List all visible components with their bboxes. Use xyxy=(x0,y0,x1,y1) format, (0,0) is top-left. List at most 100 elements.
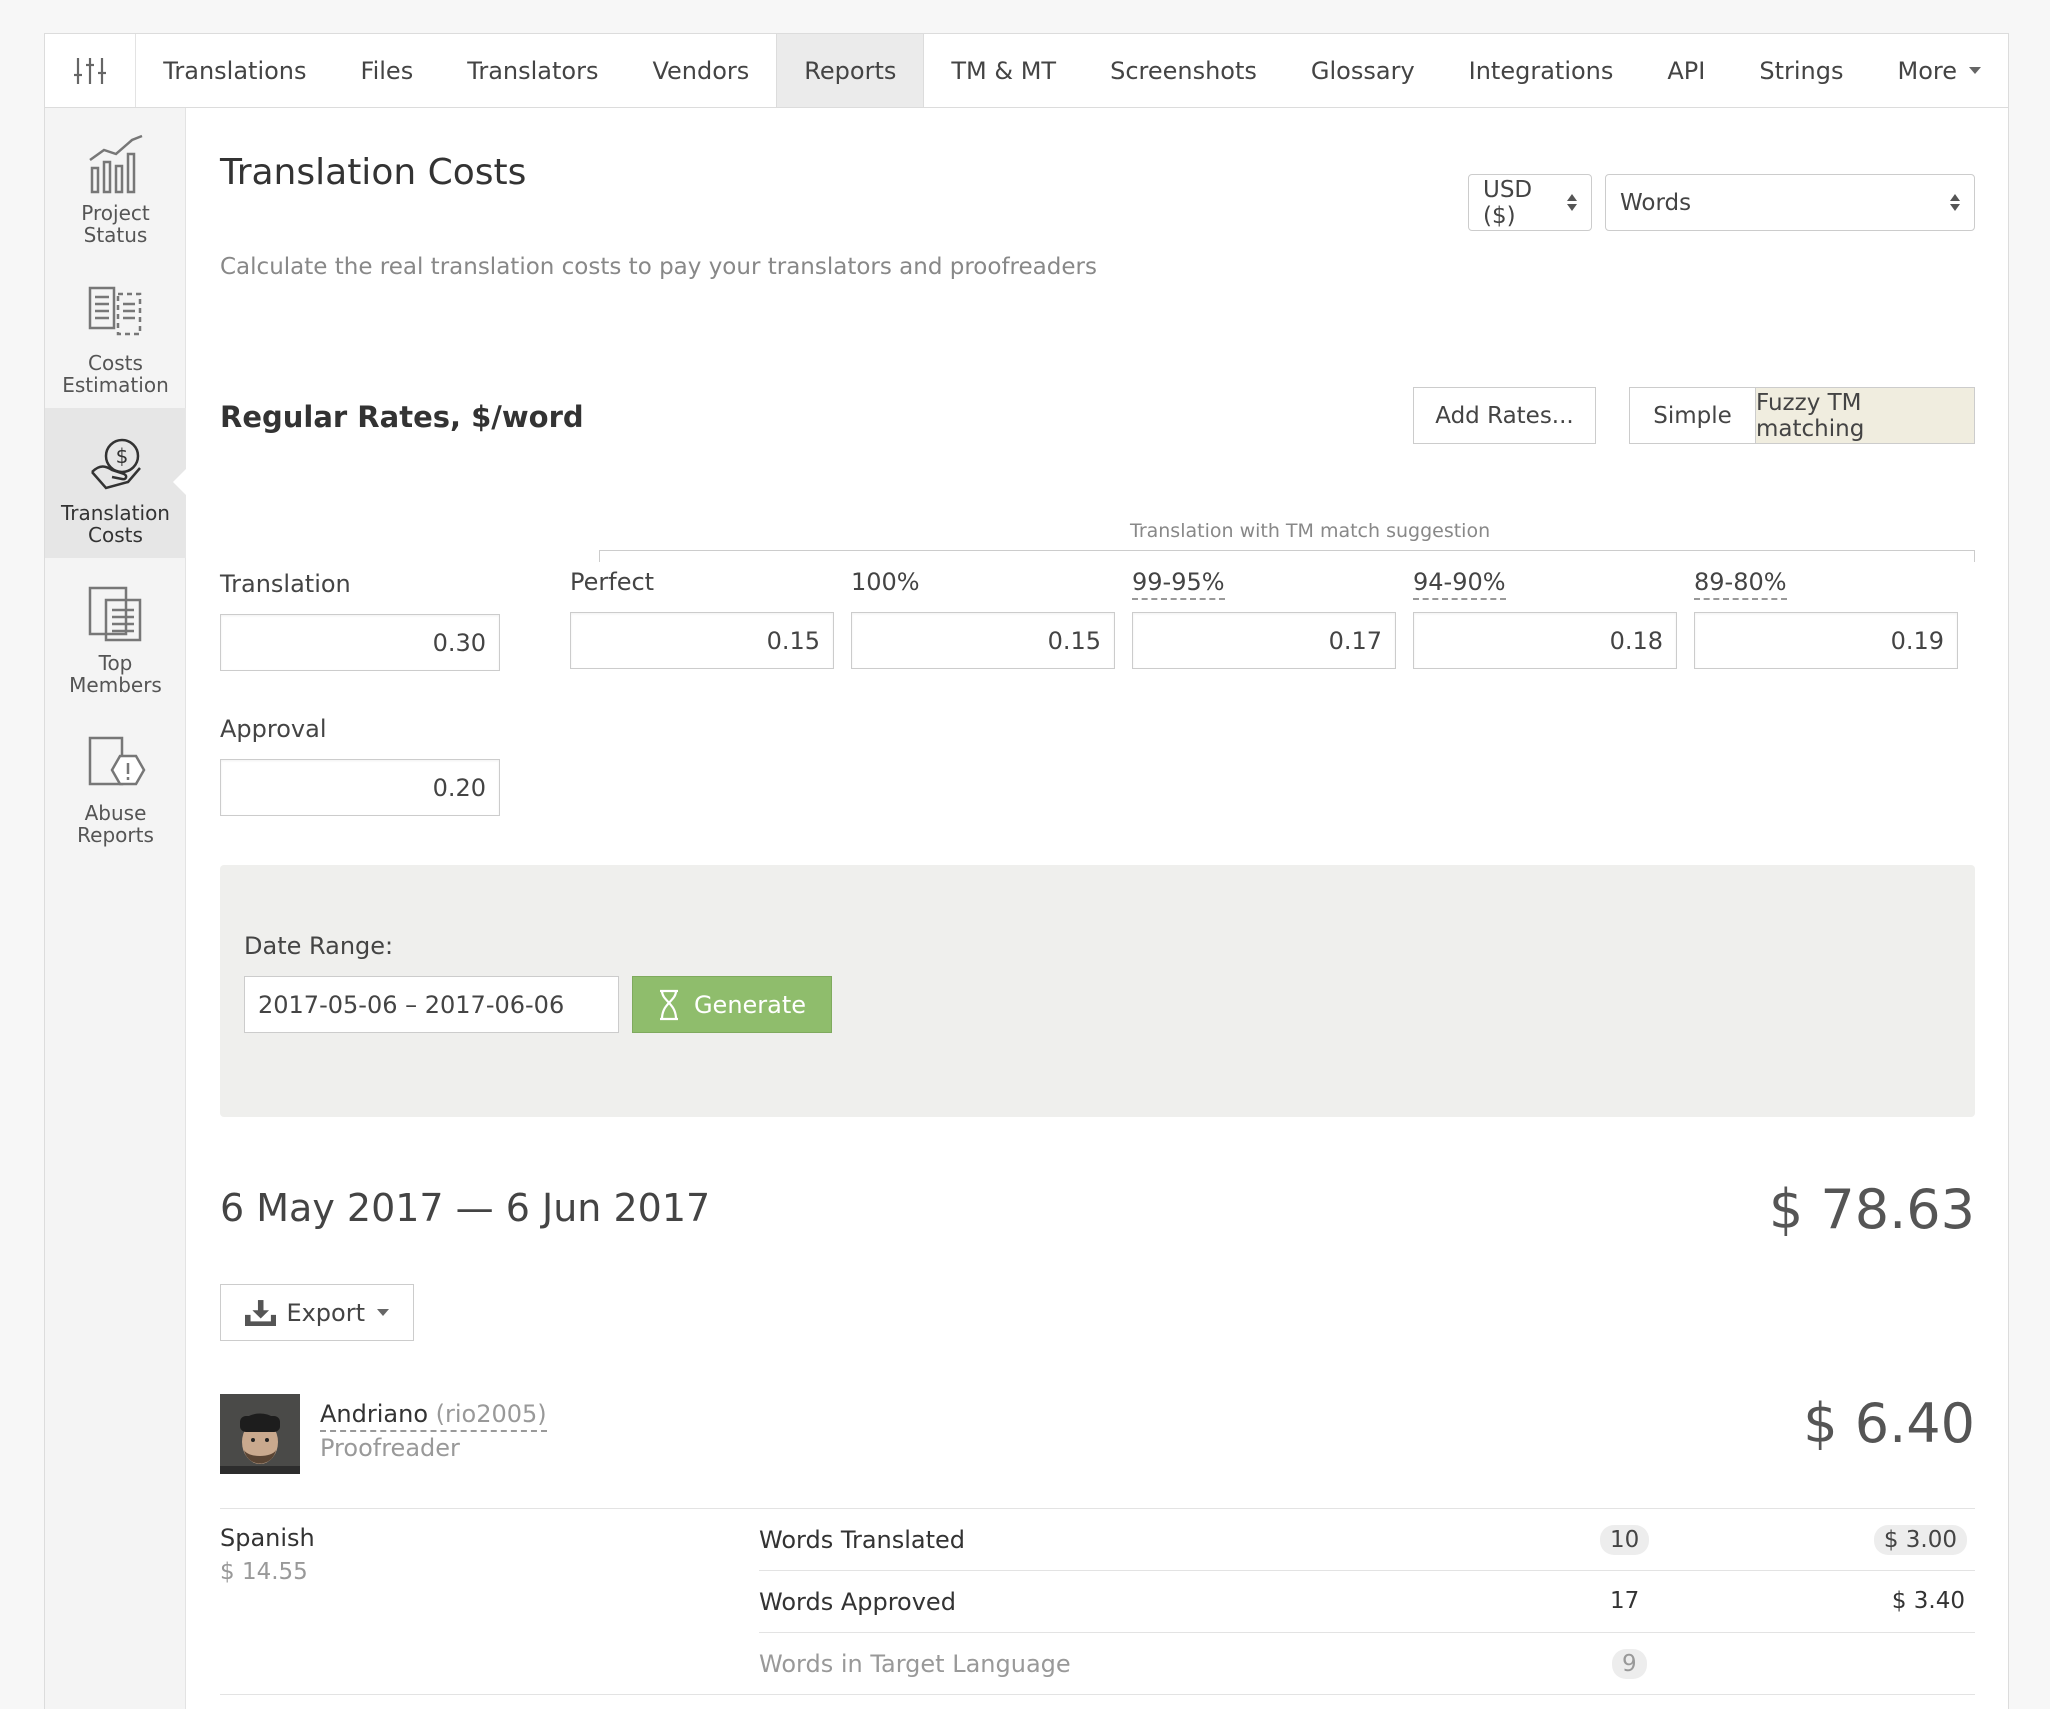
tm-99-95-label[interactable]: 99-95% xyxy=(1132,568,1225,600)
tab-vendors[interactable]: Vendors xyxy=(625,34,776,107)
language-total: $ 14.55 xyxy=(220,1559,308,1585)
download-icon xyxy=(245,1299,277,1326)
add-rates-button[interactable]: Add Rates... xyxy=(1413,387,1596,444)
avatar xyxy=(220,1394,300,1474)
tab-screenshots[interactable]: Screenshots xyxy=(1083,34,1284,107)
row-words-translated-count: 10 xyxy=(1600,1525,1650,1555)
tab-label: More xyxy=(1897,56,1958,85)
tab-translators[interactable]: Translators xyxy=(440,34,625,107)
sliders-icon xyxy=(74,57,107,84)
tab-label: API xyxy=(1667,56,1706,85)
tm-perfect-label: Perfect xyxy=(570,568,655,596)
tab-label: Files xyxy=(360,56,414,85)
date-range-label: Date Range: xyxy=(244,932,394,960)
tab-integrations[interactable]: Integrations xyxy=(1442,34,1641,107)
tm-100-input[interactable]: 0.15 xyxy=(851,612,1115,669)
mode-fuzzy-button[interactable]: Fuzzy TM matching xyxy=(1755,387,1975,444)
row-words-target-count: 9 xyxy=(1612,1649,1647,1679)
row-words-target-label: Words in Target Language xyxy=(759,1650,1071,1678)
report-range-title: 6 May 2017 — 6 Jun 2017 xyxy=(220,1186,711,1230)
tab-translations[interactable]: Translations xyxy=(136,34,333,107)
currency-value: USD ($) xyxy=(1483,176,1533,229)
tab-label: Screenshots xyxy=(1110,56,1257,85)
row-words-approved-label: Words Approved xyxy=(759,1588,956,1616)
divider xyxy=(759,1632,1975,1633)
user-handle: (rio2005) xyxy=(435,1400,547,1428)
sidebar-item-label: Top Members xyxy=(69,651,162,697)
tm-99-95-input[interactable]: 0.17 xyxy=(1132,612,1396,669)
warning-document-icon xyxy=(88,736,145,786)
money-hand-icon: $ xyxy=(90,438,141,490)
row-words-approved-count: 17 xyxy=(1610,1588,1640,1614)
hourglass-icon xyxy=(659,989,678,1020)
bar-chart-icon xyxy=(88,134,142,194)
sidebar-item-costs-estimation[interactable]: Costs Estimation xyxy=(45,258,186,408)
document-list-icon xyxy=(88,586,141,642)
tm-caption: Translation with TM match suggestion xyxy=(1130,520,1491,542)
settings-button[interactable] xyxy=(45,34,137,107)
caret-down-icon xyxy=(377,1309,389,1316)
tm-bracket xyxy=(599,550,1975,562)
approval-label: Approval xyxy=(220,715,327,743)
divider xyxy=(220,1508,1975,1509)
app-frame: Translations Files Translators Vendors R… xyxy=(44,33,2009,1709)
tab-files[interactable]: Files xyxy=(334,34,441,107)
document-compare-icon xyxy=(88,286,141,336)
tab-glossary[interactable]: Glossary xyxy=(1284,34,1442,107)
unit-value: Words xyxy=(1620,189,1692,216)
avatar-image xyxy=(220,1394,300,1474)
approval-rate-input[interactable]: 0.20 xyxy=(220,759,500,816)
generate-button[interactable]: Generate xyxy=(632,976,832,1033)
user-name: Andriano xyxy=(320,1400,428,1428)
tab-label: Vendors xyxy=(652,56,750,85)
tm-89-80-input[interactable]: 0.19 xyxy=(1694,612,1958,669)
language-name: Spanish xyxy=(220,1524,315,1552)
caret-down-icon xyxy=(1969,67,1981,74)
sidebar-item-abuse-reports[interactable]: Abuse Reports xyxy=(45,708,186,858)
row-words-approved-amount: $ 3.40 xyxy=(1891,1588,1965,1614)
tab-reports[interactable]: Reports xyxy=(776,34,925,107)
tab-api[interactable]: API xyxy=(1640,34,1732,107)
tm-94-90-input[interactable]: 0.18 xyxy=(1413,612,1677,669)
row-words-translated-amount: $ 3.00 xyxy=(1873,1525,1967,1555)
translation-rate-input[interactable]: 0.30 xyxy=(220,614,500,671)
sidebar-item-top-members[interactable]: Top Members xyxy=(45,558,186,708)
svg-text:$: $ xyxy=(115,444,128,468)
sidebar-item-label: Project Status xyxy=(81,201,150,247)
user-role: Proofreader xyxy=(320,1434,460,1462)
top-nav: Translations Files Translators Vendors R… xyxy=(45,34,2008,108)
rates-title: Regular Rates, $/word xyxy=(220,400,584,434)
tab-strings[interactable]: Strings xyxy=(1732,34,1870,107)
user-name-link[interactable]: Andriano (rio2005) xyxy=(320,1400,547,1432)
sidebar-item-label: Costs Estimation xyxy=(62,351,169,397)
tab-tm-mt[interactable]: TM & MT xyxy=(924,34,1083,107)
select-arrows-icon xyxy=(1567,194,1577,211)
currency-select[interactable]: USD ($) xyxy=(1468,174,1592,231)
sidebar-item-translation-costs[interactable]: $ Translation Costs xyxy=(45,408,187,558)
tab-label: Strings xyxy=(1759,56,1844,85)
row-words-translated-label: Words Translated xyxy=(759,1526,966,1554)
tab-label: Translations xyxy=(163,56,307,85)
tm-94-90-label[interactable]: 94-90% xyxy=(1413,568,1506,600)
tab-label: TM & MT xyxy=(951,56,1057,85)
export-label: Export xyxy=(286,1298,365,1327)
sidebar-item-project-status[interactable]: Project Status xyxy=(45,108,186,258)
page-title: Translation Costs xyxy=(220,152,527,193)
tab-label: Integrations xyxy=(1468,56,1614,85)
tab-label: Glossary xyxy=(1310,56,1415,85)
date-range-input[interactable]: 2017-05-06 – 2017-06-06 xyxy=(244,976,619,1033)
tab-label: Translators xyxy=(467,56,599,85)
export-button[interactable]: Export xyxy=(220,1284,414,1341)
select-arrows-icon xyxy=(1950,194,1960,211)
generate-label: Generate xyxy=(693,990,807,1019)
mode-simple-button[interactable]: Simple xyxy=(1629,387,1756,444)
page-subtitle: Calculate the real translation costs to … xyxy=(220,254,1097,280)
sidebar-item-label: Translation Costs xyxy=(61,501,170,547)
unit-select[interactable]: Words xyxy=(1605,174,1975,231)
sidebar-item-label: Abuse Reports xyxy=(77,801,154,847)
tab-more[interactable]: More xyxy=(1871,34,2009,107)
tm-perfect-input[interactable]: 0.15 xyxy=(570,612,834,669)
tm-89-80-label[interactable]: 89-80% xyxy=(1694,568,1787,600)
divider xyxy=(220,1694,1975,1695)
translation-label: Translation xyxy=(220,570,351,598)
